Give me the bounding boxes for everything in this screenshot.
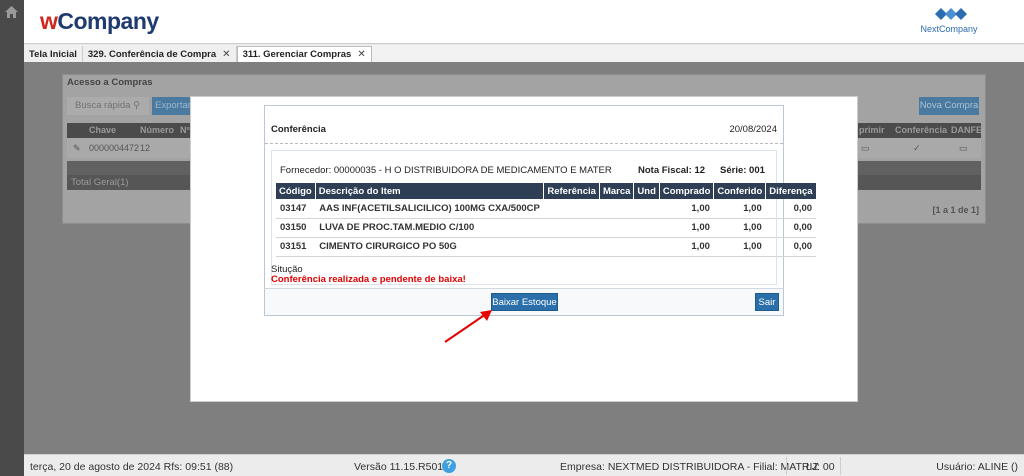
situacao-status: Conferência realizada e pendente de baix… [271,274,466,285]
items-box: Fornecedor: 00000035 - H O DISTRIBUIDORA… [271,150,817,285]
nova-compra-button[interactable]: Nova Compra [919,97,979,115]
column-header: Diferença [765,183,817,199]
conferencia-modal: Conferência 20/08/2024 Fornecedor: 00000… [190,96,858,402]
search-icon: ⚲ [133,100,141,111]
print-icon[interactable]: ▭ [861,143,870,154]
table-header-row: Código Descrição do Item Referência Marc… [276,183,817,199]
nextcompany-logo-text: NextCompany [920,24,978,34]
tab-tela-inicial[interactable]: Tela Inicial [24,46,83,62]
edit-icon[interactable]: ✎ [73,143,81,154]
danfe-print-icon[interactable]: ▭ [959,143,968,154]
tab-conferencia-compra[interactable]: 329. Conferência de Compra ✕ [82,46,237,62]
report-header: Conferência 20/08/2024 [265,106,783,144]
nextcompany-logo: NextCompany [914,5,984,39]
annotation-arrow-icon [444,310,492,343]
modal-footer: Baixar Estoque Sair [264,288,784,316]
status-bar: terça, 20 de agosto de 2024 Rfs: 09:51 (… [24,454,1024,476]
column-header: Conferido [713,183,767,199]
column-header: Código [276,183,316,199]
sair-button[interactable]: Sair [755,293,779,311]
version-label: Versão 11.15.R5017 [354,461,449,473]
loja-label: LJ: 00 [806,461,835,473]
column-header[interactable]: Chave [89,125,116,135]
baixar-estoque-button[interactable]: Baixar Estoque [491,293,558,311]
nextcompany-logo-icon [935,8,967,20]
help-icon[interactable]: ? [442,459,456,473]
report-title: Conferência [271,124,326,135]
column-header: Referência [543,183,600,199]
tab-bar: Tela Inicial 329. Conferência de Compra ✕… [24,45,1024,62]
check-icon[interactable]: ✓ [913,143,921,154]
column-header[interactable]: primir [859,125,885,135]
tab-gerenciar-compras[interactable]: 311. Gerenciar Compras ✕ [236,46,372,62]
column-header: Comprado [659,183,715,199]
panel-title: Acesso a Compras [67,77,153,88]
column-header[interactable]: DANFE [951,125,982,135]
report-date: 20/08/2024 [729,124,777,135]
app-header: wCompany NextCompany [24,0,1024,44]
quick-search-input[interactable]: Busca rápida ⚲ [67,97,149,115]
serie-label: Série: 001 [720,165,765,176]
column-header: Descrição do Item [315,183,545,199]
column-header[interactable]: Número [140,125,174,135]
items-table: Código Descrição do Item Referência Marc… [276,183,817,257]
column-header[interactable]: Conferência [895,125,947,135]
table-row: 03151 CIMENTO CIRURGICO PO 50G 1,00 1,00… [276,237,817,257]
home-icon[interactable] [5,6,18,18]
nota-fiscal-label: Nota Fiscal: 12 [638,165,706,176]
wcompany-logo[interactable]: wCompany [40,8,159,35]
pager: [1 a 1 de 1] [932,205,979,215]
usuario-label: Usuário: ALINE () [936,461,1018,473]
left-sidebar [0,0,24,476]
divider [786,457,787,475]
fornecedor-label: Fornecedor: 00000035 - H O DISTRIBUIDORA… [280,165,612,176]
table-row: 03147 AAS INF(ACETILSALICILICO) 100MG CX… [276,199,817,219]
column-header: Marca [599,183,635,199]
close-icon[interactable]: ✕ [357,49,365,60]
empresa-label: Empresa: NEXTMED DISTRIBUIDORA - Filial:… [560,461,819,473]
divider [840,457,841,475]
column-header[interactable]: Nº [180,125,190,135]
table-row: 03150 LUVA DE PROC.TAM.MEDIO C/100 1,00 … [276,218,817,238]
close-icon[interactable]: ✕ [222,49,230,60]
conferencia-report: Conferência 20/08/2024 Fornecedor: 00000… [264,105,817,315]
column-header: Und [633,183,660,199]
export-button[interactable]: Exportar [152,97,192,115]
status-date: terça, 20 de agosto de 2024 Rfs: 09:51 (… [30,461,234,473]
